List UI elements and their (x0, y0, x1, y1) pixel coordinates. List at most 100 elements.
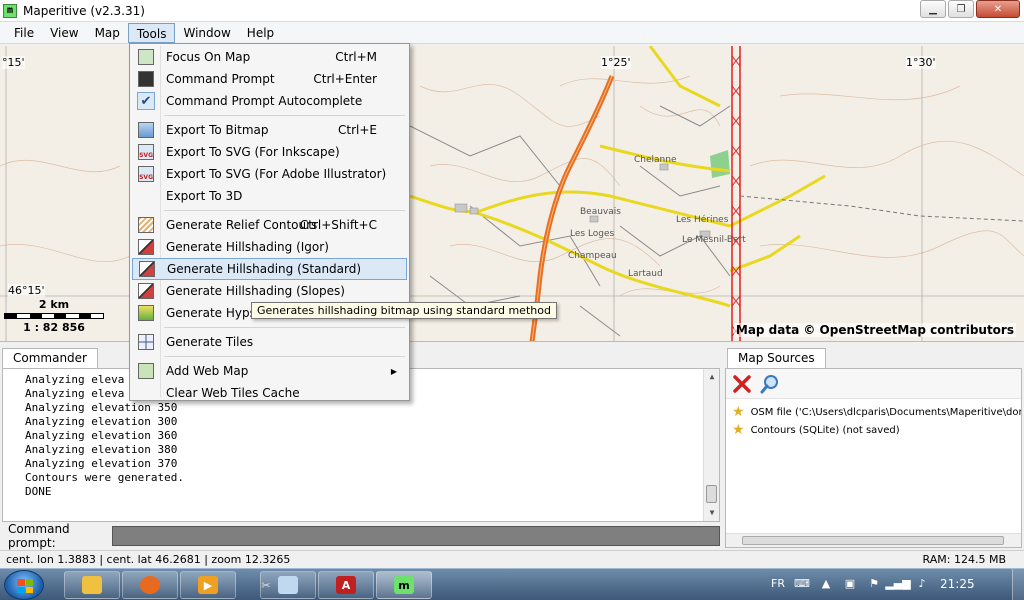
menu-map[interactable]: Map (87, 23, 128, 43)
menu-tooltip: Generates hillshading bitmap using stand… (251, 302, 557, 319)
menu-help[interactable]: Help (239, 23, 282, 43)
menu-tools[interactable]: Tools (127, 22, 176, 43)
hillshading-icon (139, 261, 155, 277)
menu-export-svg-illustrator[interactable]: SVG Export To SVG (For Adobe Illustrator… (132, 163, 407, 185)
village-blocks (454, 163, 711, 238)
language-indicator[interactable]: FR (770, 575, 786, 591)
red-x-icon (733, 374, 751, 393)
minimize-icon: ▁ (929, 3, 937, 15)
menu-command-prompt[interactable]: Command Prompt Ctrl+Enter (132, 68, 407, 90)
scroll-down-icon[interactable]: ▼ (704, 505, 719, 521)
remove-source-button[interactable] (730, 372, 754, 396)
taskbar-maperitive[interactable]: m (376, 571, 432, 599)
console-line: Contours were generated. (25, 471, 184, 484)
source-label: OSM file ('C:\Users\dlcparis\Documents\M… (750, 406, 1021, 418)
menu-view[interactable]: View (42, 23, 86, 43)
menu-file[interactable]: File (6, 23, 42, 43)
scale-distance: 2 km (38, 298, 70, 311)
map-sources-panel: ★ OSM file ('C:\Users\dlcparis\Documents… (725, 368, 1022, 548)
place-label: Beauvais (580, 207, 621, 217)
firefox-icon (140, 576, 160, 594)
menu-focus-on-map[interactable]: Focus On Map Ctrl+M (132, 46, 407, 68)
windows-logo-icon (17, 579, 33, 593)
map-scale: 2 km 1 : 82 856 (4, 298, 104, 334)
taskbar-paint[interactable] (260, 571, 316, 599)
taskbar-acrobat[interactable]: A (318, 571, 374, 599)
console-scrollbar[interactable]: ▲ ▼ (703, 369, 719, 521)
console-line: Analyzing elevation 300 (25, 415, 178, 428)
taskbar-media-player[interactable]: ▶ (180, 571, 236, 599)
place-label: Chelanne (634, 155, 677, 165)
focus-map-icon (138, 49, 154, 65)
minimize-button[interactable]: ▁ (920, 0, 946, 18)
start-button[interactable] (4, 570, 44, 600)
scale-ratio: 1 : 82 856 (23, 321, 85, 334)
place-label: Lartaud (628, 269, 663, 279)
folder-icon (82, 576, 102, 594)
taskbar-explorer[interactable] (64, 571, 120, 599)
relief-contours-icon (138, 217, 154, 233)
tab-map-sources[interactable]: Map Sources (727, 348, 826, 368)
media-player-icon: ▶ (198, 576, 218, 594)
menu-generate-hillshading-slopes[interactable]: Generate Hillshading (Slopes) (132, 280, 407, 302)
sources-hscrollbar[interactable] (726, 533, 1021, 547)
close-button[interactable]: ✕ (976, 0, 1020, 18)
svg-icon: SVG (138, 166, 154, 182)
zoom-to-source-button[interactable] (758, 372, 782, 396)
list-item[interactable]: ★ OSM file ('C:\Users\dlcparis\Documents… (726, 403, 1021, 421)
show-desktop-button[interactable] (1012, 569, 1024, 600)
taskbar-firefox[interactable] (122, 571, 178, 599)
menu-generate-hillshading-igor[interactable]: Generate Hillshading (Igor) (132, 236, 407, 258)
menu-generate-relief-contours[interactable]: Generate Relief Contours Ctrl+Shift+C (132, 214, 407, 236)
star-icon: ★ (732, 404, 745, 420)
place-label: Les Loges (570, 229, 615, 239)
maperitive-icon: m (394, 576, 414, 594)
volume-icon[interactable]: ♪ (914, 575, 930, 591)
clock[interactable]: 21:25 (940, 577, 975, 591)
latitude-label: 46°15' (8, 284, 45, 297)
console-line: Analyzing elevation 380 (25, 443, 178, 456)
hscroll-thumb[interactable] (742, 536, 1004, 545)
flag-icon[interactable]: ⚑ (866, 575, 882, 591)
star-icon: ★ (732, 422, 745, 438)
taskbar: ▶ ✂ A m FR ⌨ ▲ ▣ ⚑ ▂▄▆ ♪ 21:25 (0, 568, 1024, 600)
restore-icon: ❐ (956, 3, 966, 15)
status-bar: cent. lon 1.3883 | cent. lat 46.2681 | z… (0, 550, 1024, 568)
tiles-icon (138, 334, 154, 350)
network-icon[interactable]: ▂▄▆ (885, 575, 910, 591)
list-item[interactable]: ★ Contours (SQLite) (not saved) (726, 421, 1021, 439)
checkmark-icon: ✔ (137, 92, 155, 110)
menu-window[interactable]: Window (175, 23, 238, 43)
menu-command-prompt-autocomplete[interactable]: ✔ Command Prompt Autocomplete (132, 90, 407, 112)
menu-generate-tiles[interactable]: Generate Tiles (132, 331, 407, 353)
command-prompt-row: Command prompt: (2, 522, 720, 550)
pdf-icon: A (336, 576, 356, 594)
place-label: Champeau (568, 251, 617, 261)
menu-clear-web-tiles-cache[interactable]: Clear Web Tiles Cache (132, 382, 407, 404)
map-attribution: Map data © OpenStreetMap contributors (733, 323, 1016, 337)
submenu-arrow-icon: ▶ (390, 366, 397, 376)
close-icon: ✕ (993, 3, 1003, 15)
menu-export-3d[interactable]: Export To 3D (132, 185, 407, 207)
menu-generate-hillshading-standard[interactable]: Generate Hillshading (Standard) (132, 258, 407, 280)
window-title: Maperitive (v2.3.31) (23, 3, 145, 18)
map-sources-toolbar (726, 369, 1021, 399)
scroll-thumb[interactable] (706, 485, 717, 503)
maximize-button[interactable]: ❐ (948, 0, 974, 18)
command-prompt-label: Command prompt: (8, 522, 70, 550)
hillshading-icon (138, 283, 154, 299)
command-prompt-input[interactable] (112, 526, 720, 546)
region-border (731, 46, 741, 341)
chevron-up-icon[interactable]: ▲ (818, 575, 834, 591)
scroll-up-icon[interactable]: ▲ (704, 369, 719, 385)
tab-commander[interactable]: Commander (2, 348, 98, 368)
longitude-label-left: °15' (2, 56, 25, 69)
keyboard-icon[interactable]: ⌨ (794, 575, 810, 591)
menu-export-bitmap[interactable]: Export To Bitmap Ctrl+E (132, 119, 407, 141)
hillshading-icon (138, 239, 154, 255)
menu-export-svg-inkscape[interactable]: SVG Export To SVG (For Inkscape) (132, 141, 407, 163)
menu-add-web-map[interactable]: Add Web Map ▶ (132, 360, 407, 382)
scale-bar (4, 313, 104, 319)
device-icon[interactable]: ▣ (842, 575, 858, 591)
main-roads (409, 46, 826, 308)
